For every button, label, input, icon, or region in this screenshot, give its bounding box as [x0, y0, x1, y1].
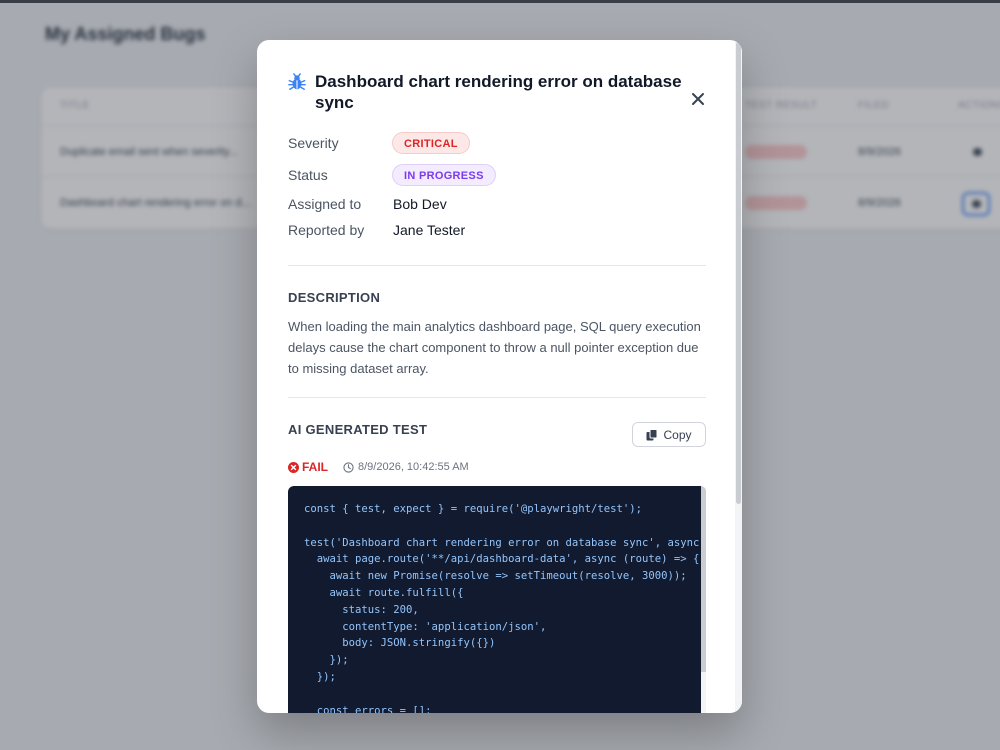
- copy-button-label: Copy: [663, 427, 692, 442]
- code-block[interactable]: const { test, expect } = require('@playw…: [288, 486, 706, 713]
- status-label: Status: [288, 167, 328, 183]
- reported-value: Jane Tester: [393, 222, 466, 238]
- description-heading: DESCRIPTION: [288, 290, 381, 305]
- copy-icon: [646, 428, 658, 440]
- clock-icon: [343, 461, 354, 473]
- modal-scrollbar-thumb[interactable]: [736, 42, 741, 504]
- section-divider: [288, 397, 706, 398]
- test-code[interactable]: const { test, expect } = require('@playw…: [304, 501, 706, 713]
- bug-icon: [288, 73, 306, 90]
- copy-button[interactable]: Copy: [632, 422, 706, 447]
- assigned-label: Assigned to: [288, 196, 362, 212]
- fail-x-icon: [288, 461, 299, 473]
- description-text: When loading the main analytics dashboar…: [288, 319, 701, 376]
- severity-badge: CRITICAL: [392, 132, 470, 154]
- test-heading: AI GENERATED TEST: [288, 422, 428, 437]
- assigned-value: Bob Dev: [393, 196, 447, 212]
- section-divider: [288, 265, 706, 266]
- severity-label: Severity: [288, 135, 339, 151]
- status-badge: IN PROGRESS: [392, 164, 496, 186]
- code-scrollbar[interactable]: [701, 486, 706, 713]
- close-icon[interactable]: [691, 92, 705, 106]
- reported-label: Reported by: [288, 222, 365, 238]
- modal-header: Dashboard chart rendering error on datab…: [288, 71, 688, 113]
- modal-scrollbar[interactable]: [735, 40, 742, 713]
- bug-detail-modal: Dashboard chart rendering error on datab…: [257, 40, 742, 713]
- close-button[interactable]: [686, 87, 710, 111]
- test-status-row: FAIL 8/9/2026, 10:42:55 AM: [288, 460, 469, 474]
- fail-status: FAIL: [288, 460, 328, 474]
- fail-label: FAIL: [302, 460, 328, 474]
- timestamp-text: 8/9/2026, 10:42:55 AM: [358, 461, 469, 473]
- modal-title: Dashboard chart rendering error on datab…: [315, 72, 682, 112]
- test-timestamp: 8/9/2026, 10:42:55 AM: [343, 461, 469, 473]
